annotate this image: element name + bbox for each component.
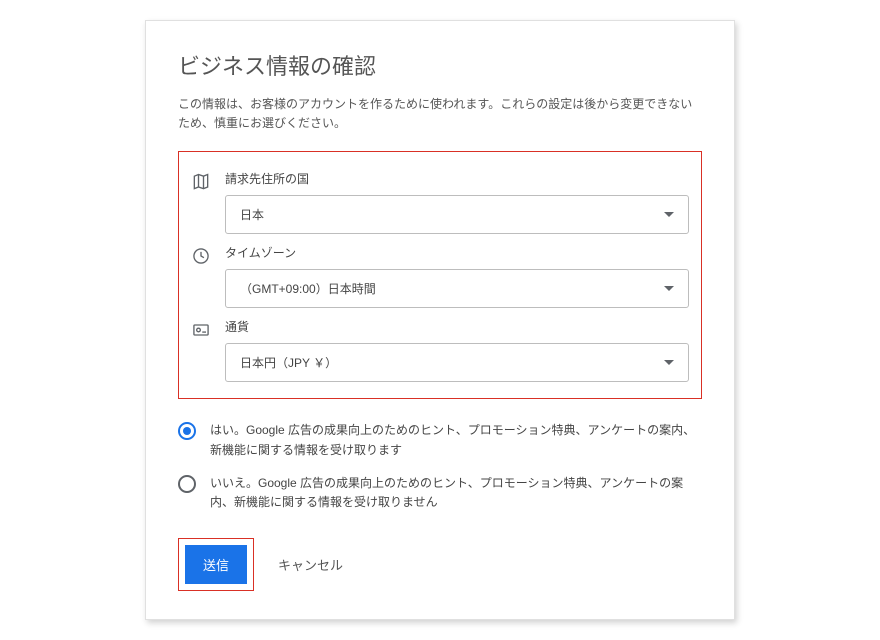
currency-select-value: 日本円（JPY ￥） [240,354,337,371]
field-timezone: タイムゾーン （GMT+09:00）日本時間 [191,244,689,308]
radio-no-label: いいえ。Google 広告の成果向上のためのヒント、プロモーション特典、アンケー… [210,474,702,512]
field-country: 請求先住所の国 日本 [191,170,689,234]
business-info-card: ビジネス情報の確認 この情報は、お客様のアカウントを作るために使われます。これら… [145,20,735,620]
radio-no-row: いいえ。Google 広告の成果向上のためのヒント、プロモーション特典、アンケー… [178,474,702,512]
timezone-select-value: （GMT+09:00）日本時間 [240,280,376,297]
submit-button[interactable]: 送信 [185,545,247,584]
country-select[interactable]: 日本 [225,195,689,234]
radio-no[interactable] [178,475,196,493]
page-description: この情報は、お客様のアカウントを作るために使われます。これらの設定は後から変更で… [178,95,702,133]
page-title: ビジネス情報の確認 [178,49,702,81]
chevron-down-icon [664,360,674,365]
consent-radio-group: はい。Google 広告の成果向上のためのヒント、プロモーション特典、アンケート… [178,421,702,512]
settings-highlight-box: 請求先住所の国 日本 タイムゾーン （GMT+09:00）日本時間 [178,151,702,399]
radio-yes-row: はい。Google 広告の成果向上のためのヒント、プロモーション特典、アンケート… [178,421,702,459]
chevron-down-icon [664,212,674,217]
timezone-label: タイムゾーン [225,244,689,261]
cancel-button[interactable]: キャンセル [264,545,357,584]
button-row: 送信 キャンセル [178,538,702,591]
submit-highlight-box: 送信 [178,538,254,591]
currency-select[interactable]: 日本円（JPY ￥） [225,343,689,382]
field-currency: 通貨 日本円（JPY ￥） [191,318,689,382]
map-icon [191,172,211,192]
timezone-select[interactable]: （GMT+09:00）日本時間 [225,269,689,308]
radio-yes[interactable] [178,422,196,440]
currency-card-icon [191,320,211,340]
chevron-down-icon [664,286,674,291]
country-label: 請求先住所の国 [225,170,689,187]
country-select-value: 日本 [240,206,264,223]
currency-label: 通貨 [225,318,689,335]
clock-icon [191,246,211,266]
radio-yes-label: はい。Google 広告の成果向上のためのヒント、プロモーション特典、アンケート… [210,421,702,459]
